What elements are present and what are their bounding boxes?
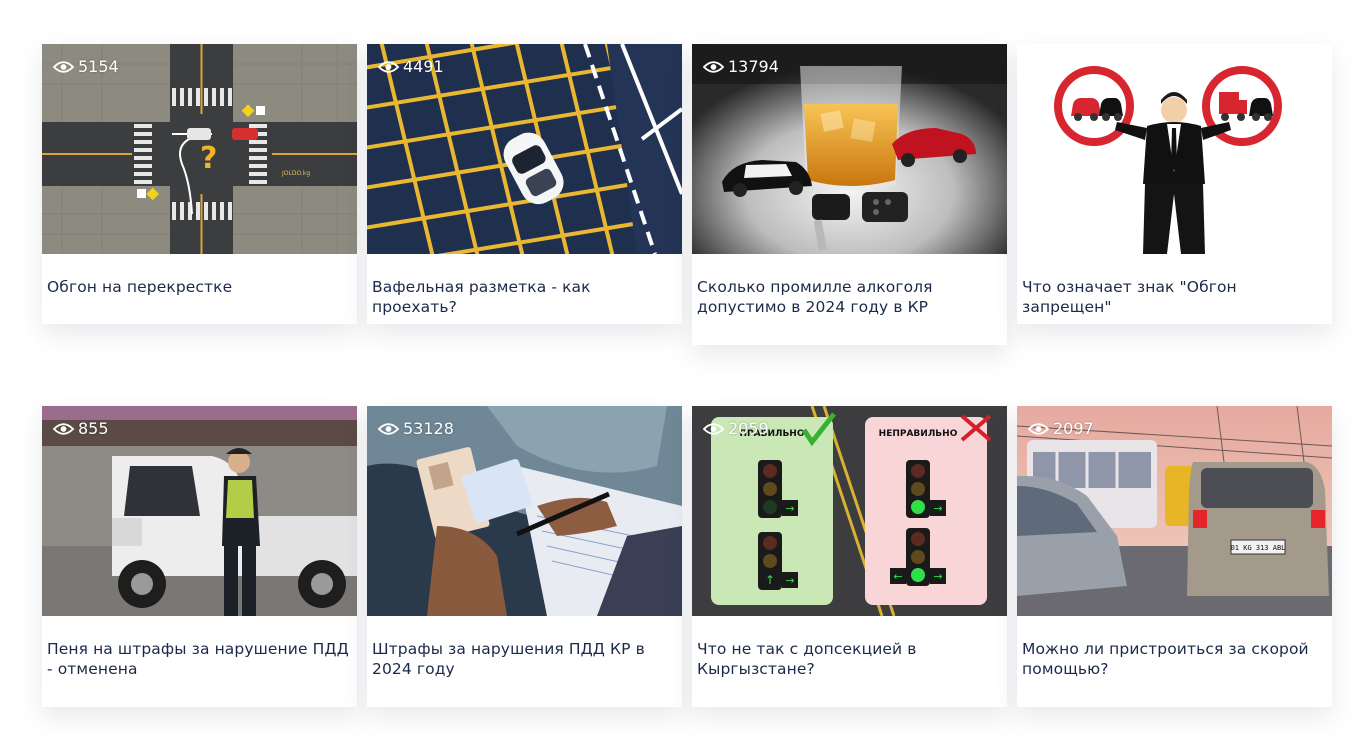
- view-counter: 855: [53, 420, 109, 438]
- article-card[interactable]: Что означает знак "Обгон запрещен": [1017, 44, 1332, 324]
- view-count: 855: [78, 419, 109, 438]
- eye-icon: [1028, 423, 1049, 435]
- eye-icon: [378, 423, 399, 435]
- view-count: 53128: [403, 419, 454, 438]
- svg-text:↑: ↑: [765, 573, 775, 587]
- article-title[interactable]: Что означает знак "Обгон запрещен": [1017, 254, 1332, 317]
- article-title[interactable]: Можно ли пристроиться за скорой помощью?: [1017, 616, 1332, 679]
- article-image-traffic-stop[interactable]: 855: [42, 406, 357, 616]
- svg-text:→: →: [785, 502, 794, 515]
- article-image-waffle-marking[interactable]: 4491: [367, 44, 682, 254]
- no-overtaking-signs-illustration: [1017, 44, 1332, 254]
- view-count: 13794: [728, 57, 779, 76]
- svg-text:→: →: [785, 574, 794, 587]
- license-plate-text: 01 KG 313 ABL: [1231, 544, 1286, 552]
- articles-grid: ? JOLDO.kg 5154 Обгон на перекрестке 449…: [0, 0, 1358, 738]
- svg-text:→: →: [933, 570, 942, 583]
- eye-icon: [703, 423, 724, 435]
- eye-icon: [53, 61, 74, 73]
- view-count: 2059: [728, 419, 769, 438]
- article-title[interactable]: Обгон на перекрестке: [42, 254, 357, 297]
- eye-icon: [1028, 59, 1049, 71]
- view-counter: 4491: [378, 58, 444, 76]
- article-image-alcohol[interactable]: 13794: [692, 44, 1007, 254]
- eye-icon: [53, 423, 74, 435]
- view-counter: [1028, 58, 1053, 72]
- article-title[interactable]: Что не так с допсекцией в Кыргызстане?: [692, 616, 1007, 679]
- article-image-traffic-lights[interactable]: ПРАВИЛЬНО → ↑ → НЕПРАВИЛЬНО → ← → 2059: [692, 406, 1007, 616]
- svg-text:→: →: [933, 502, 942, 515]
- article-image-fines[interactable]: 53128: [367, 406, 682, 616]
- view-count: 4491: [403, 57, 444, 76]
- view-counter: 53128: [378, 420, 454, 438]
- article-image-intersection[interactable]: ? JOLDO.kg 5154: [42, 44, 357, 254]
- article-title[interactable]: Пеня на штрафы за нарушение ПДД - отмене…: [42, 616, 357, 679]
- article-title[interactable]: Вафельная разметка - как проехать?: [367, 254, 682, 317]
- article-card[interactable]: 855 Пеня на штрафы за нарушение ПДД - от…: [42, 406, 357, 707]
- eye-icon: [703, 61, 724, 73]
- article-card[interactable]: 01 KG 313 ABL 2097 Можно ли пристроиться…: [1017, 406, 1332, 707]
- watermark-text: JOLDO.kg: [281, 170, 310, 177]
- view-counter: 2097: [1028, 420, 1094, 438]
- suv-right: 01 KG 313 ABL: [1187, 462, 1329, 596]
- view-counter: 13794: [703, 58, 779, 76]
- view-count: 5154: [78, 57, 119, 76]
- incorrect-label: НЕПРАВИЛЬНО: [879, 429, 958, 439]
- view-count: 2097: [1053, 419, 1094, 438]
- eye-icon: [378, 61, 399, 73]
- view-counter: 2059: [703, 420, 769, 438]
- article-image-ambulance[interactable]: 01 KG 313 ABL 2097: [1017, 406, 1332, 616]
- article-card[interactable]: 4491 Вафельная разметка - как проехать?: [367, 44, 682, 324]
- article-card[interactable]: 53128 Штрафы за нарушения ПДД КР в 2024 …: [367, 406, 682, 707]
- incorrect-panel: НЕПРАВИЛЬНО → ← →: [865, 414, 992, 605]
- article-image-no-overtaking-sign[interactable]: [1017, 44, 1332, 254]
- correct-panel: ПРАВИЛЬНО → ↑ →: [711, 412, 836, 605]
- svg-text:←: ←: [893, 570, 902, 583]
- view-counter: 5154: [53, 58, 119, 76]
- article-card[interactable]: 13794 Сколько промилле алкоголя допустим…: [692, 44, 1007, 345]
- article-title[interactable]: Штрафы за нарушения ПДД КР в 2024 году: [367, 616, 682, 679]
- svg-text:?: ?: [200, 141, 217, 176]
- article-card[interactable]: ? JOLDO.kg 5154 Обгон на перекрестке: [42, 44, 357, 324]
- article-card[interactable]: ПРАВИЛЬНО → ↑ → НЕПРАВИЛЬНО → ← → 2059 Ч…: [692, 406, 1007, 707]
- article-title[interactable]: Сколько промилле алкоголя допустимо в 20…: [692, 254, 1007, 317]
